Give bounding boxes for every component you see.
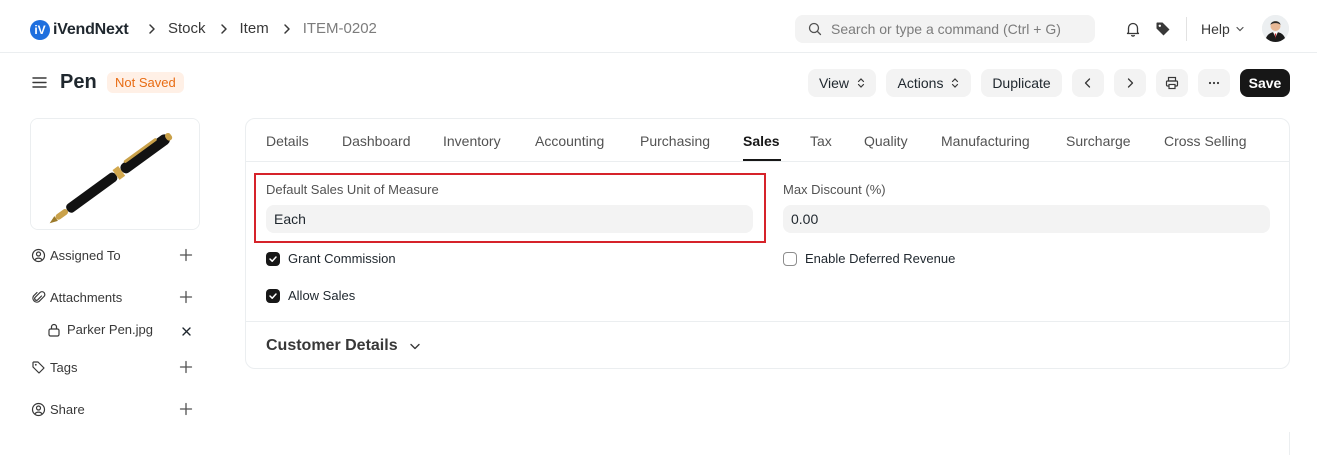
page-title: Pen bbox=[60, 71, 97, 93]
tab-inventory[interactable]: Inventory bbox=[443, 133, 501, 149]
tab-accounting[interactable]: Accounting bbox=[535, 133, 604, 149]
lock-icon bbox=[47, 323, 61, 337]
grant-commission-checkbox[interactable]: Grant Commission bbox=[266, 251, 396, 266]
actions-button[interactable]: Actions bbox=[886, 69, 971, 97]
plus-icon[interactable] bbox=[179, 360, 193, 374]
print-button[interactable] bbox=[1156, 69, 1188, 97]
attachment-file-name: Parker Pen.jpg bbox=[67, 322, 153, 337]
help-label: Help bbox=[1201, 21, 1230, 37]
checkbox-unchecked-icon bbox=[783, 251, 797, 266]
view-label: View bbox=[818, 75, 850, 91]
grant-commission-label: Grant Commission bbox=[288, 251, 396, 266]
user-add-icon bbox=[31, 248, 46, 263]
attachments-label: Attachments bbox=[50, 290, 123, 305]
tab-bar: Details Dashboard Inventory Accounting P… bbox=[246, 119, 1289, 162]
chevron-left-icon bbox=[1082, 77, 1094, 89]
save-button[interactable]: Save bbox=[1240, 69, 1290, 97]
status-badge: Not Saved bbox=[107, 72, 184, 93]
search-input[interactable]: Search or type a command (Ctrl + G) bbox=[795, 15, 1095, 43]
actions-label: Actions bbox=[897, 75, 944, 91]
checkbox-checked-icon bbox=[266, 288, 280, 303]
enable-deferred-revenue-label: Enable Deferred Revenue bbox=[805, 251, 956, 266]
tab-quality[interactable]: Quality bbox=[864, 133, 908, 149]
tags-label: Tags bbox=[50, 360, 78, 375]
section-divider bbox=[246, 321, 1289, 322]
active-tab-indicator bbox=[743, 159, 781, 161]
sidebar-share[interactable]: Share bbox=[31, 402, 85, 417]
tab-details[interactable]: Details bbox=[266, 133, 309, 149]
customer-details-title: Customer Details bbox=[266, 337, 398, 354]
breadcrumb-current[interactable]: ITEM-0202 bbox=[303, 20, 377, 37]
plus-icon[interactable] bbox=[179, 402, 193, 416]
hamburger-icon[interactable] bbox=[31, 74, 48, 91]
printer-icon bbox=[1165, 76, 1179, 90]
form-card: Details Dashboard Inventory Accounting P… bbox=[245, 118, 1290, 369]
checkbox-checked-icon bbox=[266, 251, 280, 266]
chevron-right-icon bbox=[281, 21, 297, 37]
bell-icon[interactable] bbox=[1124, 20, 1142, 38]
tab-dashboard[interactable]: Dashboard bbox=[342, 133, 411, 149]
chevron-down-icon bbox=[1235, 24, 1245, 34]
plus-icon[interactable] bbox=[179, 248, 193, 262]
share-user-icon bbox=[31, 402, 46, 417]
ellipsis-icon bbox=[1207, 76, 1221, 90]
sidebar-assigned-to[interactable]: Assigned To bbox=[31, 248, 121, 263]
breadcrumb: Stock Item ITEM-0202 bbox=[146, 20, 389, 37]
app-name: iVendNext bbox=[53, 21, 129, 38]
sidebar-tags[interactable]: Tags bbox=[31, 360, 77, 375]
top-navbar: iV iVendNext Stock Item ITEM-0202 Search… bbox=[0, 0, 1317, 53]
tag-icon[interactable] bbox=[1154, 20, 1172, 38]
search-placeholder: Search or type a command (Ctrl + G) bbox=[831, 21, 1061, 37]
help-dropdown[interactable]: Help bbox=[1201, 21, 1245, 37]
max-discount-field[interactable]: 0.00 bbox=[783, 205, 1270, 233]
page-edge-divider bbox=[1289, 432, 1290, 455]
tag-icon bbox=[31, 360, 46, 375]
customer-details-section[interactable]: Customer Details bbox=[266, 337, 422, 355]
breadcrumb-item[interactable]: Item bbox=[240, 20, 269, 37]
app-logo[interactable]: iV iVendNext bbox=[30, 19, 129, 41]
next-button[interactable] bbox=[1114, 69, 1146, 97]
sidebar-attachments[interactable]: Attachments bbox=[31, 290, 122, 305]
chevron-right-icon bbox=[218, 21, 234, 37]
tab-sales[interactable]: Sales bbox=[743, 133, 780, 149]
ivend-logo-icon: iV bbox=[30, 20, 50, 40]
paperclip-icon bbox=[31, 290, 46, 305]
tab-tax[interactable]: Tax bbox=[810, 133, 832, 149]
duplicate-button[interactable]: Duplicate bbox=[981, 69, 1062, 97]
chevron-right-icon bbox=[146, 21, 162, 37]
chevron-down-icon bbox=[408, 339, 422, 353]
max-discount-label: Max Discount (%) bbox=[783, 182, 886, 197]
tab-cross-selling[interactable]: Cross Selling bbox=[1164, 133, 1246, 149]
plus-icon[interactable] bbox=[179, 290, 193, 304]
assigned-to-label: Assigned To bbox=[50, 248, 121, 263]
previous-button[interactable] bbox=[1072, 69, 1104, 97]
sort-updown-icon bbox=[951, 77, 959, 89]
chevron-right-icon bbox=[1124, 77, 1136, 89]
more-button[interactable] bbox=[1198, 69, 1230, 97]
sort-updown-icon bbox=[857, 77, 865, 89]
tab-purchasing[interactable]: Purchasing bbox=[640, 133, 710, 149]
tab-manufacturing[interactable]: Manufacturing bbox=[941, 133, 1030, 149]
allow-sales-label: Allow Sales bbox=[288, 288, 356, 303]
allow-sales-checkbox[interactable]: Allow Sales bbox=[266, 288, 355, 303]
close-icon[interactable] bbox=[181, 324, 192, 336]
highlight-box bbox=[254, 173, 766, 243]
navbar-divider bbox=[1186, 17, 1187, 41]
enable-deferred-revenue-checkbox[interactable]: Enable Deferred Revenue bbox=[783, 251, 955, 266]
avatar[interactable] bbox=[1262, 15, 1289, 42]
search-icon bbox=[807, 21, 823, 37]
tab-surcharge[interactable]: Surcharge bbox=[1066, 133, 1131, 149]
item-image[interactable] bbox=[30, 118, 200, 230]
breadcrumb-stock[interactable]: Stock bbox=[168, 20, 206, 37]
view-button[interactable]: View bbox=[808, 69, 876, 97]
share-label: Share bbox=[50, 402, 85, 417]
attachment-file[interactable]: Parker Pen.jpg bbox=[47, 322, 153, 337]
